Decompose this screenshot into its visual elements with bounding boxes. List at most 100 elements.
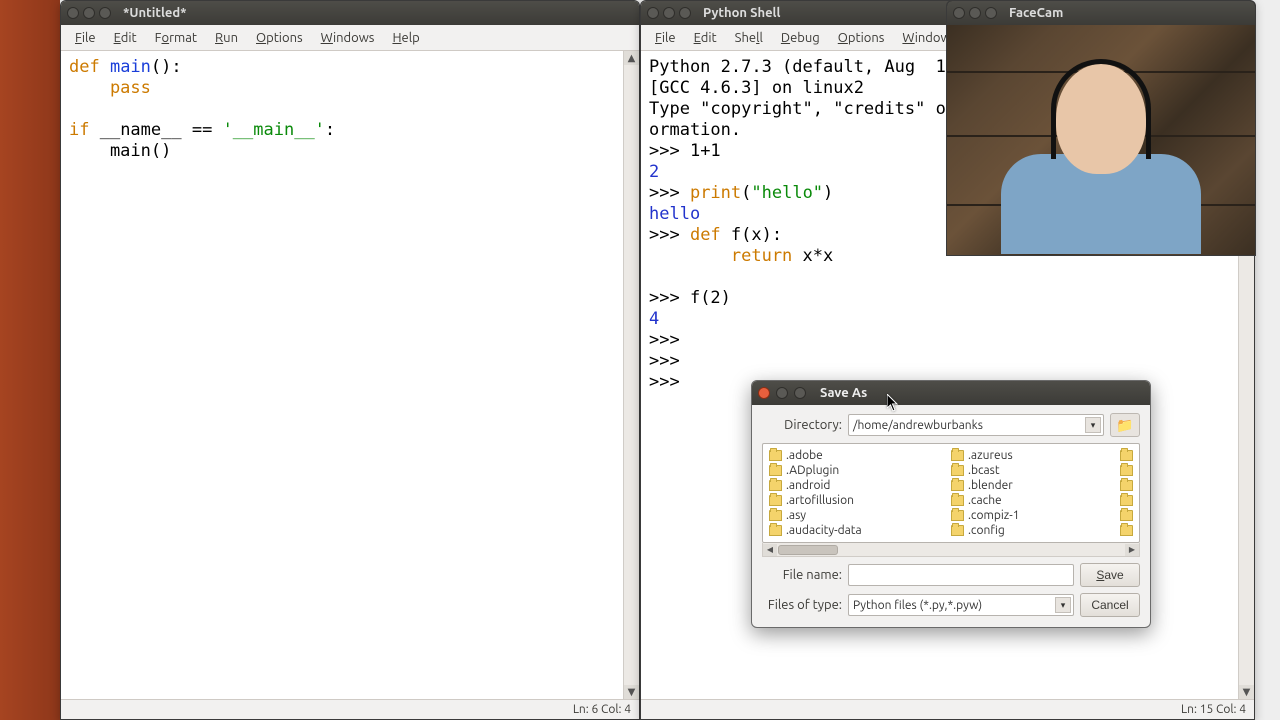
filename-input[interactable] <box>848 564 1074 586</box>
editor-code-area[interactable]: def main(): pass if __name__ == '__main_… <box>61 51 623 699</box>
folder-icon <box>1120 465 1133 476</box>
kw-pass: pass <box>69 78 151 98</box>
str-hello: "hello" <box>751 183 823 203</box>
scroll-down-icon[interactable]: ▼ <box>624 685 639 699</box>
op-eq: == <box>192 120 223 140</box>
close-icon[interactable] <box>67 7 79 19</box>
menu-help[interactable]: Help <box>384 29 427 47</box>
menu-file[interactable]: File <box>67 29 104 47</box>
filetype-combo[interactable]: Python files (*.py,*.pyw) ▾ <box>848 594 1074 616</box>
cancel-button[interactable]: Cancel <box>1080 593 1140 617</box>
minimize-icon[interactable] <box>776 387 788 399</box>
folder-item[interactable]: .artofillusion <box>769 494 951 508</box>
folder-label: .cache <box>968 494 1002 507</box>
kw-print: print <box>690 183 741 203</box>
minimize-icon[interactable] <box>969 7 981 19</box>
folder-label: .compiz-1 <box>968 509 1020 522</box>
facecam-video <box>947 25 1255 255</box>
scroll-left-icon[interactable]: ◀ <box>763 544 777 556</box>
menu-format[interactable]: Format <box>147 29 205 47</box>
folder-item[interactable]: .compiz-1 <box>951 509 1133 523</box>
chevron-down-icon[interactable]: ▾ <box>1055 597 1071 613</box>
editor-scrollbar[interactable]: ▲ ▼ <box>623 51 639 699</box>
save-button[interactable]: Save <box>1080 563 1140 587</box>
folder-item[interactable]: .bcast <box>951 463 1133 477</box>
editor-titlebar[interactable]: *Untitled* <box>61 1 639 25</box>
scroll-down-icon[interactable]: ▼ <box>1239 685 1254 699</box>
banner4: ormation. <box>649 120 741 140</box>
file-col-2: .azureus.bcast.blender .cache .compiz-1 .co… <box>951 448 1133 538</box>
prompt: >>> <box>649 330 690 350</box>
editor-window: *Untitled* File Edit Format Run Options … <box>60 0 640 720</box>
colon: : <box>325 120 335 140</box>
folder-item[interactable]: .android <box>769 478 951 492</box>
close-icon[interactable] <box>647 7 659 19</box>
shell-title: Python Shell <box>703 6 780 20</box>
folder-icon <box>769 450 782 461</box>
folder-icon <box>951 480 964 491</box>
menu-edit[interactable]: Edit <box>686 29 725 47</box>
filetype-row: Files of type: Python files (*.py,*.pyw)… <box>762 593 1140 617</box>
close-icon[interactable] <box>953 7 965 19</box>
file-list[interactable]: .adobe.ADplugin .android .artofillusion.as… <box>762 443 1140 543</box>
folder-icon <box>1120 495 1133 506</box>
folder-label: .config <box>968 524 1005 537</box>
in1: 1+1 <box>690 141 721 161</box>
shell-statusbar: Ln: 15 Col: 4 <box>641 699 1254 719</box>
out2: hello <box>649 204 700 224</box>
folder-item[interactable]: .audacity-data <box>769 524 951 538</box>
banner2: [GCC 4.6.3] on linux2 <box>649 78 864 98</box>
folder-icon <box>769 495 782 506</box>
chevron-down-icon[interactable]: ▾ <box>1085 417 1101 433</box>
scroll-up-icon[interactable]: ▲ <box>624 51 639 65</box>
prompt: >>> <box>649 225 690 245</box>
scroll-thumb[interactable] <box>778 545 838 555</box>
filename-row: File name: Save <box>762 563 1140 587</box>
folder-label: .android <box>786 479 830 492</box>
folder-item[interactable]: .blender <box>951 478 1133 492</box>
file-list-hscroll[interactable]: ◀ ▶ <box>762 543 1140 557</box>
menu-file[interactable]: File <box>647 29 684 47</box>
prompt: >>> <box>649 141 690 161</box>
close-icon[interactable] <box>758 387 770 399</box>
up-directory-button[interactable]: 📁 <box>1110 413 1140 437</box>
filetype-value: Python files (*.py,*.pyw) <box>853 599 982 612</box>
menu-edit[interactable]: Edit <box>106 29 145 47</box>
facecam-window: FaceCam <box>946 0 1256 256</box>
menu-debug[interactable]: Debug <box>773 29 828 47</box>
folder-item[interactable]: .config <box>951 524 1133 538</box>
folder-icon <box>951 510 964 521</box>
folder-item[interactable]: .ADplugin <box>769 463 951 477</box>
maximize-icon[interactable] <box>99 7 111 19</box>
menu-options[interactable]: Options <box>830 29 893 47</box>
folder-item[interactable]: .adobe <box>769 448 951 462</box>
folder-item[interactable]: .azureus <box>951 448 1133 462</box>
menu-run[interactable]: Run <box>207 29 246 47</box>
maximize-icon[interactable] <box>985 7 997 19</box>
menu-windows[interactable]: Windows <box>313 29 383 47</box>
kw-def: def <box>69 57 100 77</box>
facecam-titlebar[interactable]: FaceCam <box>947 1 1255 25</box>
dialog-body: Directory: /home/andrewburbanks ▾ 📁 .ado… <box>752 405 1150 627</box>
dunder-name: __name__ <box>89 120 191 140</box>
folder-item[interactable]: .cache <box>951 494 1133 508</box>
directory-label: Directory: <box>762 418 842 432</box>
minimize-icon[interactable] <box>83 7 95 19</box>
folder-icon <box>1120 510 1133 521</box>
dialog-titlebar[interactable]: Save As <box>752 381 1150 405</box>
kw-return: return <box>649 246 792 266</box>
maximize-icon[interactable] <box>794 387 806 399</box>
prompt: >>> <box>649 288 690 308</box>
menu-options[interactable]: Options <box>248 29 311 47</box>
out4: 4 <box>649 309 659 329</box>
folder-icon <box>951 465 964 476</box>
menu-shell[interactable]: Shell <box>727 29 771 47</box>
minimize-icon[interactable] <box>663 7 675 19</box>
folder-item[interactable]: .asy <box>769 509 951 523</box>
editor-title: *Untitled* <box>123 6 187 20</box>
directory-combo[interactable]: /home/andrewburbanks ▾ <box>848 414 1104 436</box>
maximize-icon[interactable] <box>679 7 691 19</box>
scroll-right-icon[interactable]: ▶ <box>1125 544 1139 556</box>
editor-statusbar: Ln: 6 Col: 4 <box>61 699 639 719</box>
scroll-track[interactable] <box>624 65 639 685</box>
